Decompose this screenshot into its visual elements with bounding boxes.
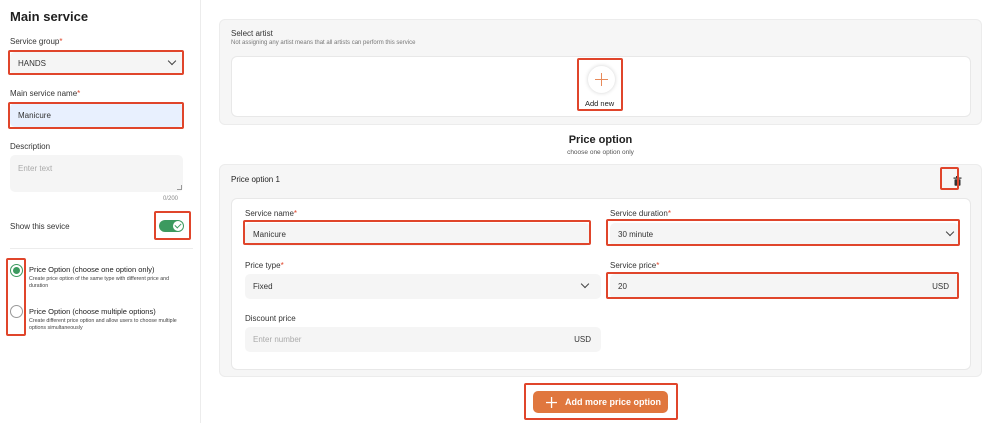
option-multiple-desc: Create different price option and allow … bbox=[29, 318, 177, 331]
service-price-label: Service price* bbox=[610, 261, 660, 270]
select-artist-label: Select artist bbox=[231, 29, 273, 38]
service-name-label: Service name* bbox=[245, 209, 298, 218]
price-option-subtitle: choose one option only bbox=[567, 149, 634, 156]
discount-price-input[interactable]: Enter number USD bbox=[245, 327, 601, 352]
discount-price-label: Discount price bbox=[245, 314, 296, 323]
highlight-box bbox=[606, 219, 960, 246]
highlight-box bbox=[243, 220, 591, 245]
price-option-title: Price option 1 bbox=[231, 175, 280, 184]
chevron-down-icon bbox=[580, 279, 590, 289]
price-option-card: Price option 1 Service name* Manicure Se… bbox=[219, 164, 982, 377]
service-duration-label: Service duration* bbox=[610, 209, 671, 218]
discount-price-currency: USD bbox=[574, 335, 591, 344]
option-single-title: Price Option (choose one option only) bbox=[29, 265, 155, 274]
highlight-box bbox=[606, 272, 959, 299]
price-option-heading: Price option bbox=[568, 134, 633, 146]
option-single-desc: Create price option of the same type wit… bbox=[29, 276, 170, 289]
divider bbox=[10, 248, 193, 249]
left-panel: Main service Service group* HANDS Main s… bbox=[0, 0, 201, 423]
panel-title: Main service bbox=[10, 9, 89, 24]
service-group-label: Service group* bbox=[10, 37, 63, 46]
highlight-box bbox=[8, 102, 184, 129]
main-service-name-label: Main service name* bbox=[10, 89, 81, 98]
description-textarea[interactable]: Enter text bbox=[10, 155, 183, 192]
description-counter: 0/200 bbox=[163, 196, 179, 202]
price-type-label: Price type* bbox=[245, 261, 284, 270]
highlight-box bbox=[524, 383, 678, 420]
price-type-select[interactable]: Fixed bbox=[245, 274, 601, 299]
highlight-box bbox=[154, 211, 191, 240]
highlight-box bbox=[6, 258, 26, 336]
description-label: Description bbox=[10, 142, 51, 151]
select-artist-note: Not assigning any artist means that all … bbox=[231, 40, 416, 46]
resize-handle-icon[interactable] bbox=[177, 185, 182, 190]
highlight-box bbox=[940, 167, 959, 190]
option-multiple-title: Price Option (choose multiple options) bbox=[29, 307, 156, 316]
highlight-box bbox=[577, 58, 623, 111]
highlight-box bbox=[8, 50, 184, 75]
show-service-label: Show this sevice bbox=[10, 222, 70, 231]
